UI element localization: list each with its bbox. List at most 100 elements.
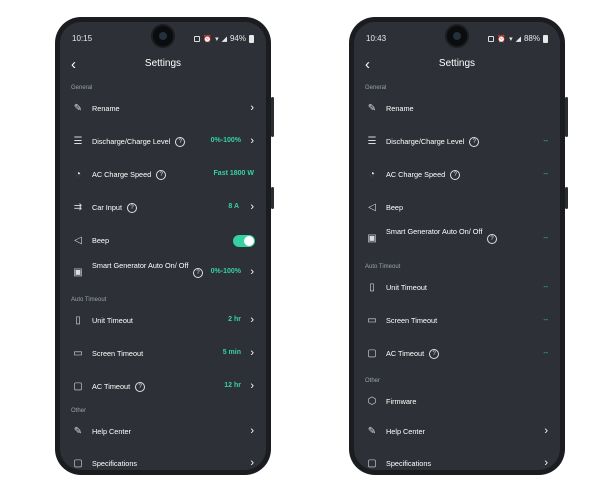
ac-outlet-icon: ▢ (367, 348, 377, 359)
help-icon[interactable]: ? (429, 349, 440, 360)
row-help-center[interactable]: ✎ Help Center › (60, 420, 266, 444)
header: ‹ Settings (354, 56, 560, 76)
row-screen-timeout[interactable]: ▭ Screen Timeout -- (354, 309, 560, 333)
row-specifications[interactable]: ▢ Specifications › (60, 452, 266, 470)
row-car-input[interactable]: ⇉ Car Input? 8 A › (60, 196, 266, 220)
sliders-icon: ☰ (367, 136, 377, 147)
power-button (565, 187, 568, 209)
section-general: General (71, 85, 93, 91)
help-icon[interactable]: ? (175, 137, 186, 148)
firmware-cube-icon: ⬡ (367, 396, 377, 407)
screen-timeout-label: Screen Timeout (386, 316, 438, 325)
specifications-icon: ▢ (367, 458, 377, 469)
battery-icon (249, 34, 254, 43)
page-title: Settings (438, 58, 476, 69)
row-help-center[interactable]: ✎ Help Center › (354, 420, 560, 444)
row-rename[interactable]: ✎ Rename › (60, 97, 266, 121)
ac-timeout-value: 12 hr (224, 382, 241, 389)
row-unit-timeout[interactable]: ▯ Unit Timeout -- (354, 276, 560, 300)
unit-timeout-label: Unit Timeout (386, 283, 427, 292)
chevron-right-icon: › (250, 201, 254, 213)
section-auto-timeout: Auto Timeout (365, 264, 401, 270)
unit-timeout-label: Unit Timeout (92, 316, 133, 325)
volume-button (565, 97, 568, 137)
ac-speed-value: -- (543, 171, 548, 178)
header: ‹ Settings (60, 56, 266, 76)
battery-percent: 88% (523, 34, 540, 43)
discharge-value: 0%-100% (210, 137, 241, 144)
status-bar: 10:15 ⏰ ▾ ◢ 94% (60, 34, 266, 46)
row-beep[interactable]: ◁ Beep (354, 196, 560, 220)
unit-timeout-value: 2 hr (228, 316, 241, 323)
discharge-label: Discharge/Charge Level (386, 137, 465, 146)
row-ac-charge-speed[interactable]: ◔ AC Charge Speed? Fast 1800 W (60, 163, 266, 187)
ac-speed-value: Fast 1800 W (213, 170, 254, 177)
help-center-icon: ✎ (367, 426, 377, 437)
chevron-right-icon: › (250, 102, 254, 114)
specifications-label: Specifications (386, 459, 432, 468)
speaker-icon: ◁ (74, 235, 82, 246)
signal-icon: ◢ (515, 35, 521, 43)
discharge-value: -- (543, 138, 548, 145)
speaker-icon: ◁ (368, 202, 376, 213)
help-icon[interactable]: ? (469, 137, 480, 148)
section-other: Other (365, 378, 381, 384)
row-ac-timeout[interactable]: ▢ AC Timeout? 12 hr › (60, 375, 266, 399)
wifi-icon: ▾ (215, 35, 219, 43)
status-bar: 10:43 ⏰ ▾ ◢ 88% (354, 34, 560, 46)
car-input-label: Car Input (92, 203, 123, 212)
row-discharge-charge-level[interactable]: ☰ Discharge/Charge Level? -- (354, 130, 560, 154)
row-discharge-charge-level[interactable]: ☰ Discharge/Charge Level? 0%-100% › (60, 130, 266, 154)
ac-outlet-icon: ▢ (73, 381, 83, 392)
chevron-right-icon: › (250, 380, 254, 392)
pencil-icon: ✎ (367, 103, 377, 114)
ac-speed-label: AC Charge Speed (386, 170, 446, 179)
row-specifications[interactable]: ▢ Specifications › (354, 452, 560, 470)
alarm-icon: ⏰ (203, 35, 213, 43)
row-rename[interactable]: ✎ Rename (354, 97, 560, 121)
chevron-right-icon: › (250, 266, 254, 278)
chevron-right-icon: › (250, 457, 254, 469)
battery-icon (543, 34, 548, 43)
screen-icon: ▭ (367, 315, 377, 326)
row-ac-timeout[interactable]: ▢ AC Timeout? -- (354, 342, 560, 366)
unit-icon: ▯ (369, 282, 375, 293)
discharge-label: Discharge/Charge Level (92, 137, 171, 146)
speedometer-icon: ◔ (368, 169, 376, 180)
screen-timeout-label: Screen Timeout (92, 349, 144, 358)
help-icon[interactable]: ? (487, 234, 497, 244)
status-time: 10:43 (366, 34, 387, 43)
specifications-icon: ▢ (73, 458, 83, 469)
row-firmware[interactable]: ⬡ Firmware (354, 390, 560, 414)
row-ac-charge-speed[interactable]: ◔ AC Charge Speed? -- (354, 163, 560, 187)
pencil-icon: ✎ (73, 103, 83, 114)
chevron-right-icon: › (250, 347, 254, 359)
ac-timeout-value: -- (543, 350, 548, 357)
car-plug-icon: ⇉ (73, 202, 83, 213)
battery-percent: 94% (229, 34, 246, 43)
help-icon[interactable]: ? (127, 203, 138, 214)
help-icon[interactable]: ? (156, 170, 167, 181)
rename-label: Rename (386, 104, 414, 113)
chevron-right-icon: › (250, 135, 254, 147)
screen-timeout-value: 5 min (222, 349, 241, 356)
speedometer-icon: ◔ (74, 169, 82, 180)
unit-icon: ▯ (75, 315, 81, 326)
row-smart-generator[interactable]: ▣ Smart Generator Auto On/ Off ? -- (354, 225, 560, 253)
row-screen-timeout[interactable]: ▭ Screen Timeout 5 min › (60, 342, 266, 366)
settings-screen: 10:43 ⏰ ▾ ◢ 88% ‹ Settings General ✎ Ren… (354, 22, 560, 470)
row-unit-timeout[interactable]: ▯ Unit Timeout 2 hr › (60, 309, 266, 333)
status-time: 10:15 (72, 34, 93, 43)
help-icon[interactable]: ? (193, 268, 203, 278)
help-icon[interactable]: ? (450, 170, 461, 181)
beep-toggle[interactable] (233, 235, 255, 247)
power-button (271, 187, 274, 209)
help-icon[interactable]: ? (135, 382, 146, 393)
rename-label: Rename (92, 104, 120, 113)
section-other: Other (71, 408, 87, 414)
volume-button (271, 97, 274, 137)
wifi-icon: ▾ (509, 35, 513, 43)
ac-timeout-label: AC Timeout (386, 349, 425, 358)
row-smart-generator[interactable]: ▣ Smart Generator Auto On/ Off ? 0%-100%… (60, 259, 266, 287)
row-beep: ◁ Beep (60, 229, 266, 253)
